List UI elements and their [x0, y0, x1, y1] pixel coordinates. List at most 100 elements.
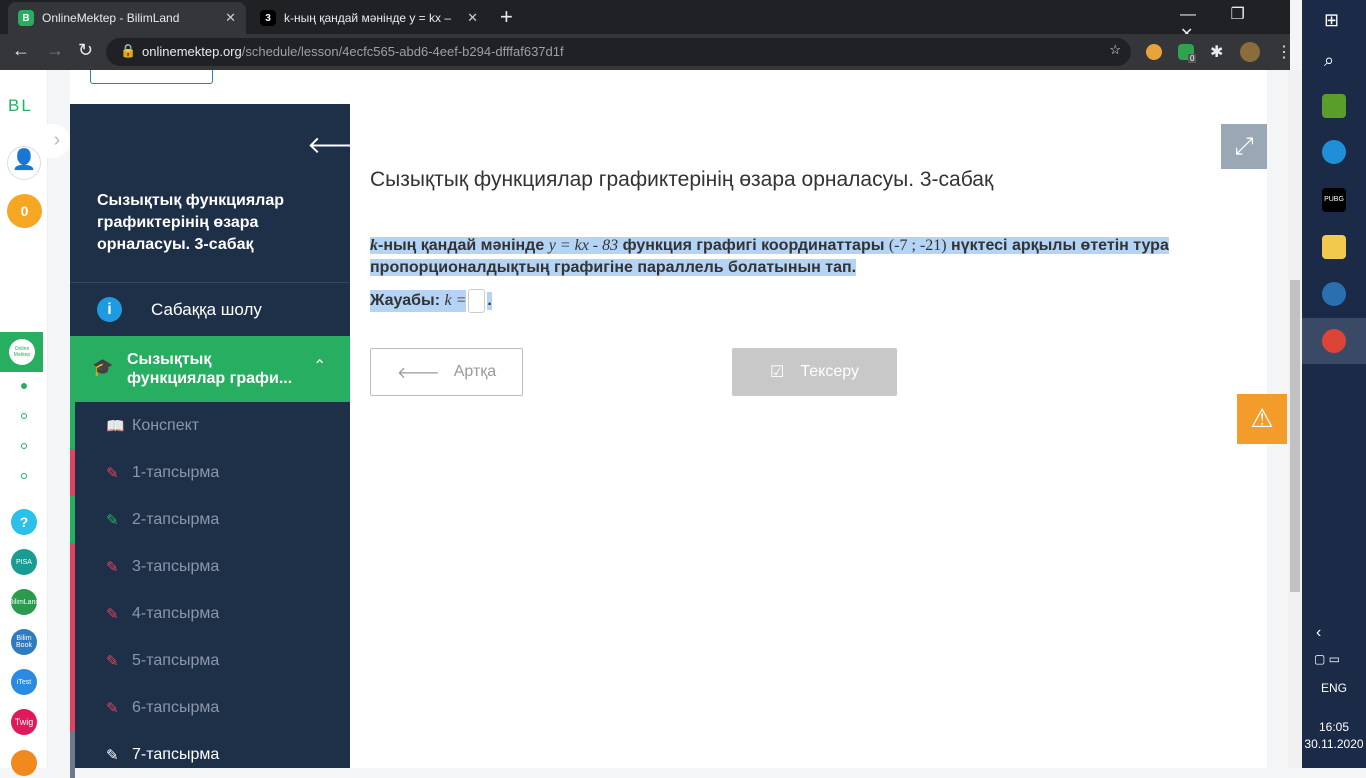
edit-icon: ✎ [106, 464, 119, 482]
sidebar-item-task[interactable]: ✎ 7-тапсырма [70, 731, 350, 778]
chrome-taskbar-item[interactable] [1302, 318, 1366, 364]
lesson-sidebar: 🡐 Сызықтық функциялар графиктерінің өзар… [70, 104, 371, 778]
check-button[interactable]: ☑ Тексеру [732, 348, 897, 396]
profile-avatar[interactable] [1240, 42, 1260, 62]
menu-icon[interactable]: ⋮ [1276, 42, 1292, 62]
sidebar-section[interactable]: 🎓 Сызықтық функциялар графи... ⌃ [70, 336, 350, 402]
sidebar-item-label: 1-тапсырма [132, 463, 220, 481]
sidebar-item-task[interactable]: ✎ 3-тапсырма [70, 543, 350, 590]
onlinemektep-icon: Online Mektep [9, 339, 35, 365]
collapse-arrow-icon[interactable]: 🡐 [307, 130, 371, 160]
windows-taskbar: ⊞ ⌕ PUBG ‹ ▢ ▭ ENG 16:05 30.11.2020 [1302, 0, 1366, 768]
edit-icon: ✎ [106, 699, 119, 717]
new-tab-button[interactable]: + [500, 4, 513, 30]
url-input[interactable]: 🔒 onlinemektep.org/schedule/lesson/4ecfc5… [106, 38, 1131, 66]
tab-title: k-ның қандай мәнінде y = kx – 8 [284, 11, 454, 25]
twig-icon[interactable]: Twig [11, 709, 37, 735]
overview-label: Сабаққа шолу [151, 299, 262, 319]
chevron-up-icon: ⌃ [313, 358, 327, 375]
sidebar-item-task[interactable]: ✎ 1-тапсырма [70, 449, 350, 496]
sidebar-item-label: 3-тапсырма [132, 557, 220, 575]
scrollbar-thumb[interactable] [1290, 280, 1300, 592]
app-onlinemektep[interactable]: Online Mektep [0, 332, 43, 372]
star-icon[interactable]: ☆ [1109, 42, 1121, 58]
clock-time[interactable]: 16:05 [1302, 720, 1366, 734]
sidebar-item-task[interactable]: ✎ 5-тапсырма [70, 637, 350, 684]
edit-icon: ✎ [106, 746, 119, 764]
url-path: /schedule/lesson/4ecfc565-abd6-4eef-b294… [241, 44, 564, 59]
status-bar [70, 496, 75, 543]
answer-var: k = [444, 292, 467, 309]
back-label: Артқа [453, 363, 497, 380]
check-label: Тексеру [800, 363, 859, 380]
close-tab-icon[interactable]: ✕ [467, 10, 478, 26]
reload-icon[interactable]: ↻ [78, 40, 93, 61]
language-indicator[interactable]: ENG [1302, 681, 1366, 695]
sidebar-item-label: 6-тапсырма [132, 698, 220, 716]
pubg-icon[interactable]: PUBG [1322, 188, 1346, 212]
back-button[interactable]: 🡐 Артқа [370, 348, 523, 396]
sidebar-item-task[interactable]: 📖 Конспект [70, 402, 350, 449]
puzzle-icon[interactable]: ✱ [1210, 42, 1223, 62]
pisa-icon[interactable]: PISA [11, 549, 37, 575]
info-icon: i [97, 297, 122, 322]
sidebar-item-label: 7-тапсырма [132, 745, 220, 763]
other-app-icon[interactable] [11, 750, 37, 776]
fullscreen-icon[interactable]: ⤢ [1221, 124, 1267, 169]
status-bar [70, 731, 75, 778]
nvidia-icon[interactable] [1322, 94, 1346, 118]
page-scrollbar[interactable] [1288, 70, 1302, 768]
q-var: k [370, 237, 378, 254]
back-icon[interactable]: ← [12, 40, 30, 61]
sidebar-overview[interactable]: i Сабаққа шолу [70, 282, 350, 336]
sidebar-item-task[interactable]: ✎ 6-тапсырма [70, 684, 350, 731]
bilimland-favicon-icon: B [18, 10, 34, 26]
edit-icon: ✎ [106, 652, 119, 670]
nav-dot[interactable] [21, 473, 27, 479]
sidebar-item-task[interactable]: ✎ 2-тапсырма [70, 496, 350, 543]
status-bar [70, 684, 75, 731]
top-button[interactable] [90, 70, 213, 84]
tray-chevron-icon[interactable]: ‹ [1316, 624, 1321, 642]
tab-onlinemektep[interactable]: B OnlineMektep - BilimLand ✕ [8, 2, 246, 34]
sidebar-title: Сызықтық функциялар графиктерінің өзара … [97, 192, 284, 253]
nav-dot[interactable] [21, 383, 27, 389]
tab-favicon-icon: 3 [260, 10, 276, 26]
forward-icon[interactable]: → [46, 40, 64, 61]
edge-icon[interactable] [1322, 140, 1346, 164]
clock-date[interactable]: 30.11.2020 [1302, 737, 1366, 751]
question-text: k-ның қандай мәнінде y = kx - 83 функция… [370, 235, 1250, 279]
q-text: -ның қандай мәнінде [378, 237, 549, 254]
edit-icon: ✎ [106, 511, 119, 529]
file-explorer-icon[interactable] [1322, 235, 1346, 259]
steam-icon[interactable] [1322, 282, 1346, 306]
close-tab-icon[interactable]: ✕ [225, 10, 236, 26]
answer-label: Жауабы: [370, 292, 445, 309]
q-text: функция графигі координаттары [618, 237, 889, 254]
left-nav: BL 👤 0 Online Mektep ? PISA BilimLand Bi… [0, 70, 48, 776]
status-bar [70, 637, 75, 684]
bilimland-icon[interactable]: BilimLand [9, 589, 39, 615]
check-square-icon: ☑ [770, 364, 785, 381]
nav-dot[interactable] [21, 413, 27, 419]
extension-icon[interactable] [1146, 44, 1162, 60]
user-avatar[interactable]: 👤 [7, 146, 41, 180]
itest-icon[interactable]: iTest [11, 669, 37, 695]
expand-nav-icon[interactable]: › [44, 124, 70, 158]
bilimbook-icon[interactable]: Bilim Book [11, 629, 37, 655]
status-bar [70, 449, 75, 496]
windows-start-icon[interactable]: ⊞ [1324, 10, 1339, 31]
help-icon[interactable]: ? [11, 509, 37, 535]
answer-input[interactable] [468, 289, 486, 313]
tray-icons[interactable]: ▢ ▭ [1314, 652, 1340, 666]
nav-dot[interactable] [21, 443, 27, 449]
sidebar-item-label: 2-тапсырма [132, 510, 220, 528]
chrome-icon [1322, 329, 1346, 353]
search-icon[interactable]: ⌕ [1324, 50, 1334, 71]
sidebar-item-task[interactable]: ✎ 4-тапсырма [70, 590, 350, 637]
lock-icon: 🔒 [120, 43, 137, 58]
report-warning-icon[interactable]: ⚠ [1237, 394, 1287, 444]
coins-badge: 0 [7, 194, 42, 228]
status-bar [70, 590, 75, 637]
tab-question[interactable]: 3 k-ның қандай мәнінде y = kx – 8 ✕ [250, 2, 488, 34]
